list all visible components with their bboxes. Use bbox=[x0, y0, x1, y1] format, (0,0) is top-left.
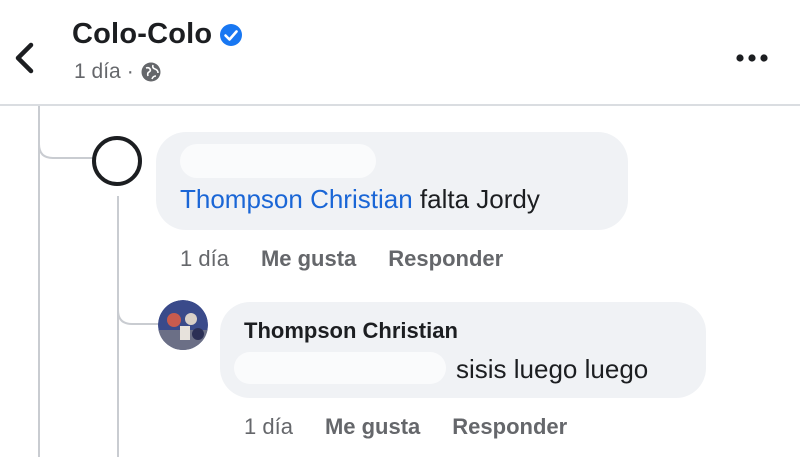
post-meta: 1 día · bbox=[74, 60, 162, 84]
post-time[interactable]: 1 día bbox=[74, 60, 121, 84]
comment-body: falta Jordy bbox=[412, 184, 540, 214]
more-options-icon bbox=[736, 54, 768, 62]
page-title-text[interactable]: Colo-Colo bbox=[72, 18, 212, 51]
comment-time[interactable]: 1 día bbox=[244, 414, 293, 440]
verified-badge-icon bbox=[220, 23, 243, 46]
avatar[interactable] bbox=[92, 136, 142, 186]
comment-body: sisis luego luego bbox=[456, 354, 649, 384]
back-arrow-icon bbox=[15, 42, 34, 74]
comment-time[interactable]: 1 día bbox=[180, 246, 229, 272]
reply-button[interactable]: Responder bbox=[388, 246, 503, 272]
like-button[interactable]: Me gusta bbox=[325, 414, 420, 440]
thread-connector-1 bbox=[38, 106, 96, 159]
redacted-author-name bbox=[180, 144, 376, 178]
page-title[interactable]: Colo-Colo bbox=[72, 18, 243, 51]
header-divider bbox=[0, 104, 800, 106]
mention-link[interactable]: Thompson Christian bbox=[180, 184, 413, 214]
thread-connector-2 bbox=[117, 290, 159, 325]
meta-separator: · bbox=[126, 60, 134, 83]
like-button[interactable]: Me gusta bbox=[261, 246, 356, 272]
comment-actions: 1 día Me gusta Responder bbox=[244, 414, 567, 440]
back-button[interactable] bbox=[8, 38, 40, 78]
avatar[interactable] bbox=[158, 300, 208, 350]
post-header: Colo-Colo 1 día · bbox=[0, 0, 800, 104]
more-options-button[interactable] bbox=[728, 46, 776, 70]
comment-text: Thompson Christian falta Jordy bbox=[180, 184, 540, 215]
avatar-photo bbox=[158, 300, 208, 350]
redacted-mention bbox=[234, 352, 446, 384]
globe-icon bbox=[141, 62, 161, 82]
comment-author[interactable]: Thompson Christian bbox=[244, 318, 458, 344]
reply-button[interactable]: Responder bbox=[452, 414, 567, 440]
comment-actions: 1 día Me gusta Responder bbox=[180, 246, 503, 272]
